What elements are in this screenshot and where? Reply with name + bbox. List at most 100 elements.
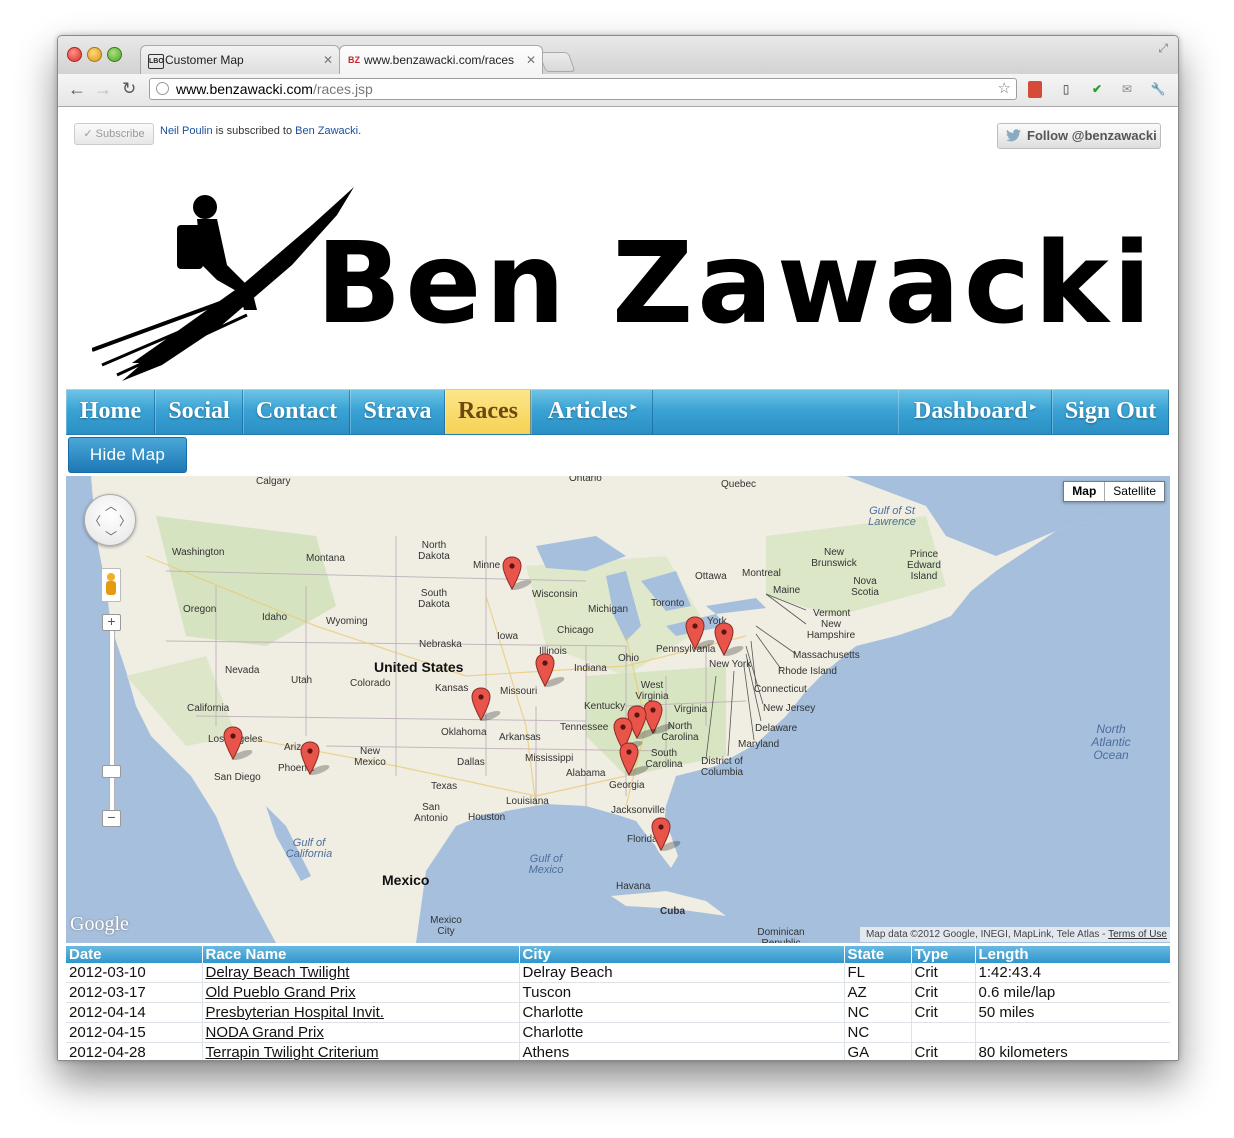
cell-state: NC — [843, 1022, 911, 1043]
tab-favicon-icon: BZ — [348, 55, 360, 65]
map-label: Iowa — [497, 631, 519, 642]
map-label: Toronto — [651, 598, 685, 609]
nav-home[interactable]: Home — [66, 390, 155, 434]
pan-up-icon[interactable]: ︿ — [105, 497, 117, 514]
map-label: Cuba — [660, 906, 685, 917]
check-extension-icon[interactable]: ✔ — [1089, 81, 1105, 98]
subscriber-link[interactable]: Neil Poulin — [160, 125, 213, 137]
browser-tab-races[interactable]: BZ www.benzawacki.com/races ✕ — [339, 45, 543, 74]
tab-close-icon[interactable]: ✕ — [323, 46, 333, 75]
column-header-date[interactable]: Date — [66, 946, 202, 963]
race-map[interactable]: Calgary Ontario Quebec Washington Montan… — [66, 476, 1170, 943]
url-path: /races.jsp — [312, 81, 373, 97]
browser-tab-customer-map[interactable]: LBO Customer Map ✕ — [140, 45, 340, 74]
map-label: North Dakota — [418, 540, 450, 562]
map-label: Kansas — [435, 683, 469, 694]
nav-sign-out[interactable]: Sign Out — [1052, 390, 1169, 434]
cell-state: FL — [843, 963, 911, 983]
zoom-out-button[interactable]: − — [102, 810, 121, 827]
map-type-map-button[interactable]: Map — [1064, 482, 1106, 501]
nav-strava[interactable]: Strava — [350, 390, 445, 434]
nav-social[interactable]: Social — [155, 390, 243, 434]
nav-races[interactable]: Races — [445, 390, 531, 434]
map-label: Idaho — [262, 612, 288, 623]
window-zoom-button[interactable] — [107, 47, 122, 62]
race-name-link[interactable]: Presbyterian Hospital Invit. — [201, 1002, 519, 1023]
map-label: Montana — [306, 553, 345, 564]
address-bar[interactable]: www.benzawacki.com/races.jsp ☆ — [149, 78, 1017, 100]
back-arrow-icon[interactable]: ← — [68, 78, 86, 100]
map-label: Delaware — [755, 723, 798, 734]
nav-articles[interactable]: Articles ▸ — [531, 390, 653, 434]
map-label: Dallas — [457, 757, 485, 768]
pan-down-icon[interactable]: ﹀ — [105, 528, 117, 545]
race-marker[interactable] — [651, 817, 681, 851]
chevron-right-icon: ▸ — [1030, 401, 1036, 413]
column-header-city[interactable]: City — [518, 946, 844, 963]
nav-contact[interactable]: Contact — [243, 390, 350, 434]
races-table: Date Race Name City State Type Length 20… — [66, 946, 1170, 1060]
subscribed-to-link[interactable]: Ben Zawacki — [295, 125, 358, 137]
column-header-type[interactable]: Type — [910, 946, 975, 963]
bookmark-star-icon[interactable]: ☆ — [998, 79, 1011, 99]
forward-arrow-icon[interactable]: → — [94, 78, 112, 100]
cell-date: 2012-04-15 — [66, 1022, 202, 1043]
mail-extension-icon[interactable]: ✉ — [1119, 81, 1135, 98]
cell-date: 2012-03-17 — [66, 982, 202, 1003]
wrench-menu-icon[interactable]: 🔧 — [1150, 81, 1166, 98]
race-marker[interactable] — [714, 622, 744, 656]
race-marker[interactable] — [471, 687, 501, 721]
race-marker[interactable] — [502, 556, 532, 590]
bookmark-extension-icon[interactable] — [1028, 81, 1042, 98]
map-label: Mexico City — [430, 915, 462, 937]
map-label: Wyoming — [326, 616, 368, 627]
race-marker[interactable] — [300, 741, 330, 775]
phone-extension-icon[interactable]: ▯ — [1058, 81, 1074, 98]
pan-left-icon[interactable]: 〈 — [89, 512, 101, 529]
terms-of-use-link[interactable]: Terms of Use — [1108, 929, 1167, 940]
zoom-slider-track[interactable] — [109, 621, 115, 821]
map-label: San Antonio — [414, 802, 448, 824]
map-type-satellite-button[interactable]: Satellite — [1105, 482, 1164, 501]
tab-close-icon[interactable]: ✕ — [526, 46, 536, 75]
race-name-link[interactable]: Terrapin Twilight Criterium — [201, 1042, 519, 1060]
subscribe-button[interactable]: ✓ Subscribe — [74, 123, 154, 145]
zoom-in-button[interactable]: + — [102, 614, 121, 631]
cell-date: 2012-04-28 — [66, 1042, 202, 1060]
race-marker[interactable] — [223, 726, 253, 760]
race-marker[interactable] — [685, 616, 715, 650]
race-name-link[interactable]: Old Pueblo Grand Prix — [201, 982, 519, 1003]
subscription-period: . — [358, 125, 362, 137]
pan-right-icon[interactable]: 〉 — [119, 512, 131, 529]
cell-type: Crit — [910, 1042, 975, 1060]
new-tab-button[interactable] — [538, 52, 576, 72]
map-attribution: Map data ©2012 Google, INEGI, MapLink, T… — [859, 927, 1170, 942]
column-header-length[interactable]: Length — [974, 946, 1170, 963]
race-name-link[interactable]: NODA Grand Prix — [201, 1022, 519, 1043]
cell-date: 2012-03-10 — [66, 963, 202, 983]
cell-type — [910, 1022, 975, 1043]
map-label: Kentucky — [584, 701, 626, 712]
map-label: New Jersey — [763, 703, 816, 714]
map-label: South Dakota — [418, 588, 450, 610]
window-close-button[interactable] — [67, 47, 82, 62]
map-pin-icon — [502, 556, 532, 590]
map-label: Alabama — [566, 768, 606, 779]
race-name-link[interactable]: Delray Beach Twilight — [201, 963, 519, 983]
table-row: 2012-03-10 Delray Beach Twilight Delray … — [66, 963, 1170, 983]
column-header-race-name[interactable]: Race Name — [201, 946, 519, 963]
fullscreen-icon[interactable]: ⤢ — [1158, 41, 1168, 56]
nav-dashboard[interactable]: Dashboard ▸ — [898, 390, 1052, 434]
map-pan-control[interactable]: ︿ ﹀ 〈 〉 — [84, 494, 136, 546]
twitter-follow-button[interactable]: Follow @benzawacki — [997, 123, 1161, 149]
map-label: Ottawa — [695, 571, 727, 582]
race-marker[interactable] — [619, 742, 649, 776]
reload-icon[interactable]: ↻ — [122, 78, 136, 100]
column-header-state[interactable]: State — [843, 946, 911, 963]
street-view-pegman-icon[interactable] — [101, 568, 121, 602]
race-marker[interactable] — [535, 653, 565, 687]
hide-map-button[interactable]: Hide Map — [68, 437, 187, 473]
window-minimize-button[interactable] — [87, 47, 102, 62]
globe-icon — [156, 82, 169, 95]
zoom-slider-thumb[interactable] — [102, 765, 121, 778]
